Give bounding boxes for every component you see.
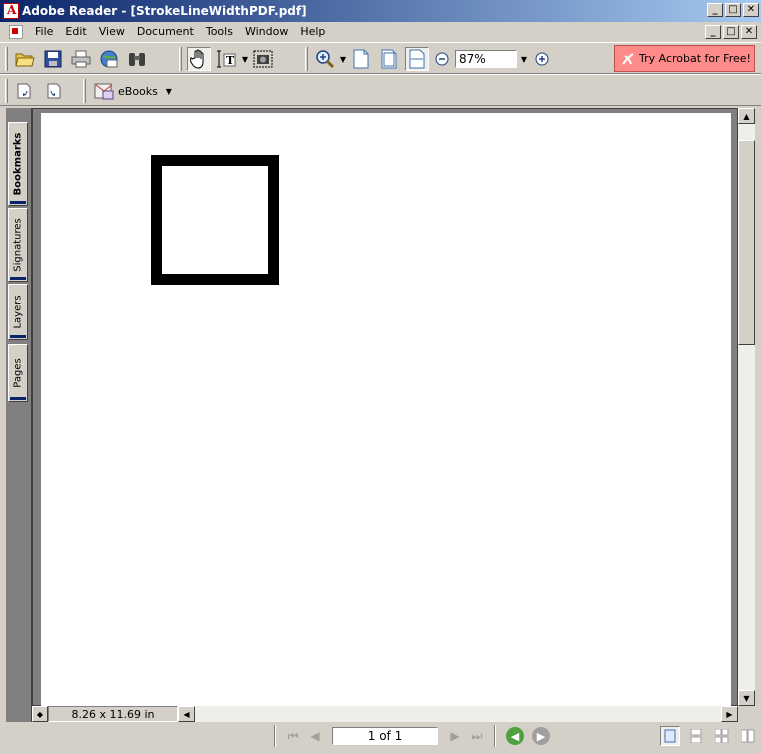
snapshot-icon[interactable] — [251, 47, 275, 71]
scroll-down-icon[interactable]: ▼ — [738, 690, 755, 706]
pdf-page[interactable] — [41, 113, 731, 711]
window-title: Adobe Reader - [StrokeLineWidthPDF.pdf] — [22, 4, 307, 18]
page-size-readout: 8.26 x 11.69 in — [48, 706, 178, 722]
toolbar-grip[interactable] — [5, 79, 8, 103]
tab-bookmarks-label: Bookmarks — [12, 132, 24, 196]
zoom-out-icon[interactable] — [433, 47, 451, 71]
close-button[interactable]: ✕ — [743, 3, 759, 17]
document-view[interactable] — [32, 108, 738, 711]
zoom-in-icon[interactable] — [533, 47, 551, 71]
ebooks-toolbar-group: eBooks ▼ — [80, 78, 176, 104]
tab-indicator — [10, 201, 26, 204]
ebooks-button[interactable]: eBooks — [89, 79, 162, 103]
zoom-toolbar-group: ▼ 87% ▼ — [302, 46, 553, 72]
last-page-icon[interactable]: ⏭ — [466, 725, 488, 747]
toolbar-grip[interactable] — [305, 47, 308, 71]
tab-indicator — [10, 277, 26, 280]
open-icon[interactable] — [13, 47, 37, 71]
next-view-icon[interactable]: ▶ — [532, 727, 550, 745]
try-acrobat-button[interactable]: Try Acrobat for Free! — [614, 45, 755, 72]
vertical-scroll-thumb[interactable] — [738, 140, 755, 345]
main-toolbar: T ▼ ▼ 87% ▼ Try Acrobat for Free! — [0, 42, 761, 74]
scroll-right-icon[interactable]: ▶ — [721, 706, 738, 722]
ebooks-label: eBooks — [118, 84, 158, 98]
menu-edit[interactable]: Edit — [59, 22, 92, 42]
status-bar: ⏮ ◀ 1 of 1 ▶ ⏭ ◀ ▶ — [0, 722, 761, 750]
menu-document[interactable]: Document — [131, 22, 200, 42]
menu-help[interactable]: Help — [294, 22, 331, 42]
tab-bookmarks[interactable]: Bookmarks — [8, 122, 28, 206]
file-toolbar-group — [2, 46, 151, 72]
facing-layout-icon[interactable] — [738, 726, 758, 746]
doc-minimize-button[interactable]: _ — [705, 25, 721, 39]
toolbar-grip[interactable] — [83, 79, 86, 103]
rotate-clockwise-icon[interactable] — [13, 79, 37, 103]
svg-text:T: T — [226, 54, 235, 67]
tools-toolbar-group: T ▼ — [176, 46, 277, 72]
zoom-tool-dropdown-icon[interactable]: ▼ — [339, 47, 347, 71]
tab-signatures-label: Signatures — [12, 218, 24, 272]
adobe-reader-icon — [3, 3, 19, 19]
search-binoculars-icon[interactable] — [125, 47, 149, 71]
maximize-button[interactable]: □ — [725, 3, 741, 17]
page-number-field[interactable]: 1 of 1 — [332, 727, 438, 745]
toolbar-grip[interactable] — [179, 47, 182, 71]
secondary-toolbar: eBooks ▼ — [0, 74, 761, 106]
document-icon[interactable] — [9, 25, 23, 39]
tab-layers-label: Layers — [12, 295, 24, 329]
tab-indicator — [10, 397, 26, 400]
divider — [274, 725, 276, 747]
select-text-icon[interactable]: T — [215, 47, 239, 71]
tab-signatures[interactable]: Signatures — [8, 208, 28, 282]
vertical-scrollbar[interactable]: ▲ ▼ — [738, 108, 755, 706]
try-acrobat-label: Try Acrobat for Free! — [639, 52, 751, 65]
divider — [494, 725, 496, 747]
previous-page-icon[interactable]: ◀ — [304, 725, 326, 747]
zoom-level-input[interactable]: 87% — [455, 50, 517, 68]
navigation-tabs-panel: Bookmarks Signatures Layers Pages — [6, 108, 32, 722]
ebooks-icon — [94, 83, 114, 100]
doc-close-button[interactable]: ✕ — [741, 25, 757, 39]
document-window-controls: _ □ ✕ — [703, 25, 757, 39]
title-bar: Adobe Reader - [StrokeLineWidthPDF.pdf] … — [0, 0, 761, 22]
rotate-toolbar-group — [2, 78, 67, 104]
tab-layers[interactable]: Layers — [8, 284, 28, 340]
tab-pages-label: Pages — [12, 358, 24, 388]
horizontal-scrollbar[interactable]: ◆ 8.26 x 11.69 in ◀ ▶ — [32, 706, 738, 722]
tab-indicator — [10, 335, 26, 338]
zoom-in-tool-icon[interactable] — [313, 47, 337, 71]
print-icon[interactable] — [69, 47, 93, 71]
menu-tools[interactable]: Tools — [200, 22, 239, 42]
toolbar-grip[interactable] — [5, 47, 8, 71]
menu-file[interactable]: File — [29, 22, 59, 42]
next-page-icon[interactable]: ▶ — [444, 725, 466, 747]
split-handle-icon[interactable]: ◆ — [32, 706, 48, 722]
scroll-up-icon[interactable]: ▲ — [738, 108, 755, 124]
minimize-button[interactable]: _ — [707, 3, 723, 17]
acrobat-logo-icon — [622, 52, 634, 65]
fit-width-icon[interactable] — [405, 47, 429, 71]
single-page-layout-icon[interactable] — [660, 726, 680, 746]
previous-view-icon[interactable]: ◀ — [506, 727, 524, 745]
select-tool-dropdown-icon[interactable]: ▼ — [241, 47, 249, 71]
first-page-icon[interactable]: ⏮ — [282, 725, 304, 747]
menu-window[interactable]: Window — [239, 22, 294, 42]
scroll-left-icon[interactable]: ◀ — [178, 706, 195, 722]
actual-size-icon[interactable] — [349, 47, 373, 71]
hand-tool-icon[interactable] — [187, 47, 211, 71]
continuous-facing-layout-icon[interactable] — [712, 726, 732, 746]
email-icon[interactable] — [97, 47, 121, 71]
zoom-level-dropdown-icon[interactable]: ▼ — [517, 47, 531, 71]
doc-restore-button[interactable]: □ — [723, 25, 739, 39]
menu-bar: File Edit View Document Tools Window Hel… — [0, 22, 761, 42]
continuous-layout-icon[interactable] — [686, 726, 706, 746]
fit-page-icon[interactable] — [377, 47, 401, 71]
stroked-rectangle — [151, 155, 279, 285]
ebooks-dropdown-icon[interactable]: ▼ — [162, 79, 176, 103]
tab-pages[interactable]: Pages — [8, 344, 28, 402]
menu-view[interactable]: View — [93, 22, 131, 42]
save-icon[interactable] — [41, 47, 65, 71]
window-controls: _ □ ✕ — [705, 3, 759, 17]
rotate-counterclockwise-icon[interactable] — [41, 79, 65, 103]
